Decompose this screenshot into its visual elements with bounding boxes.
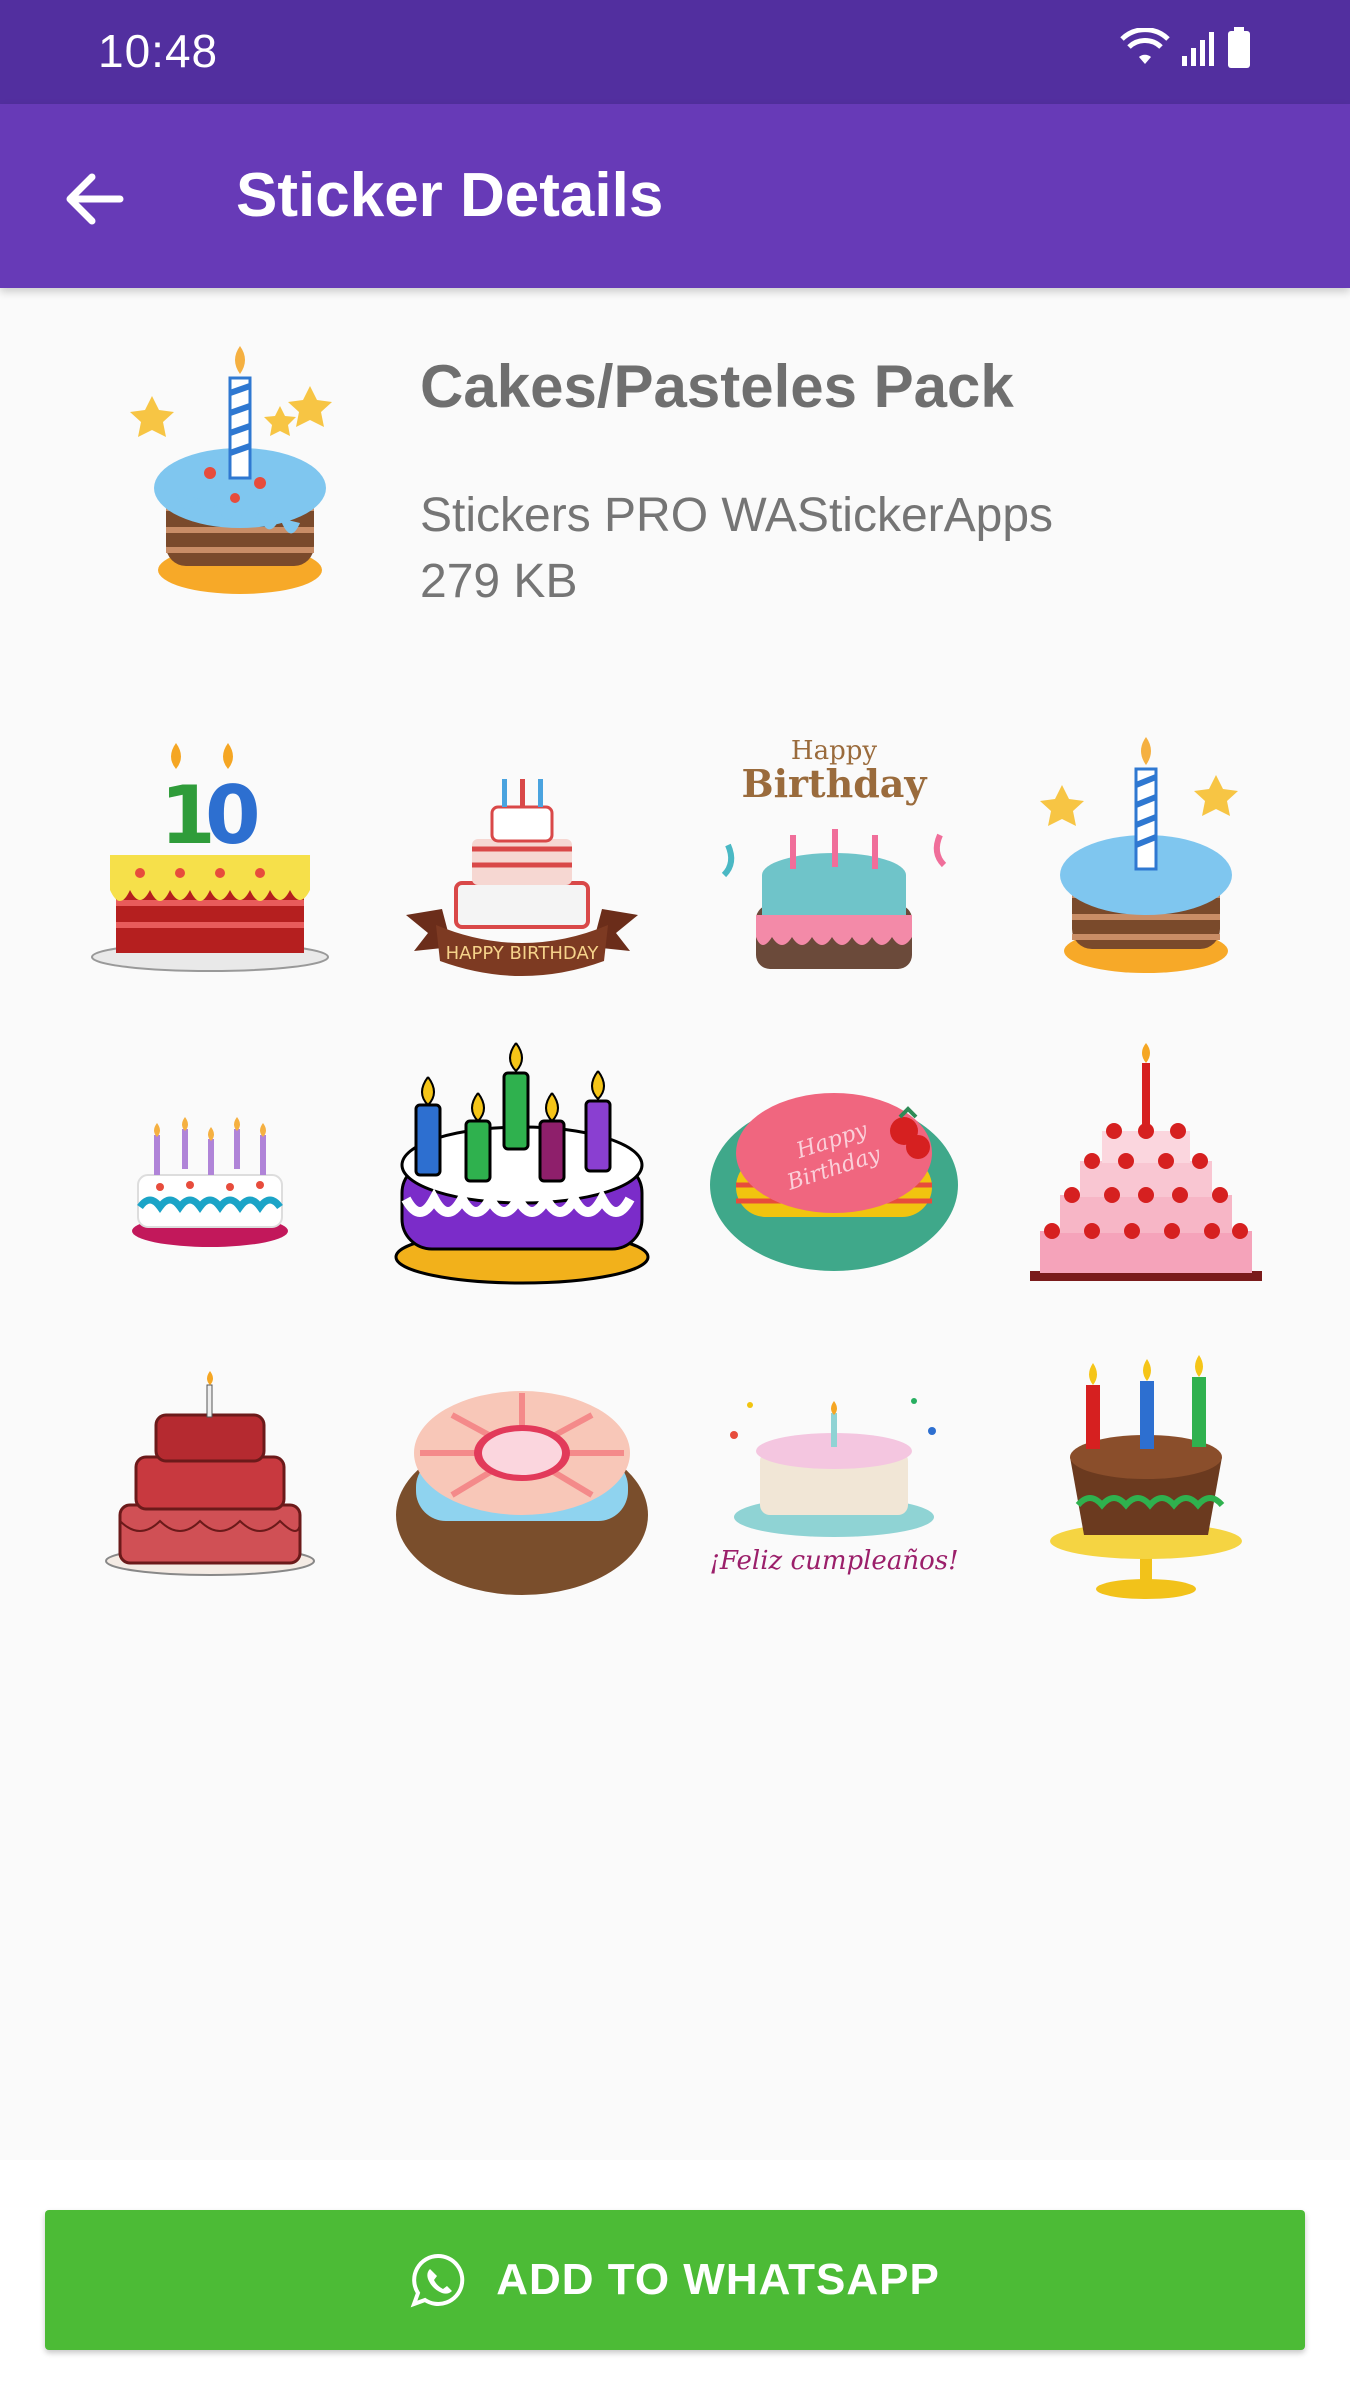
sticker-cake-happy-birthday-pink[interactable]: Happy Birthday (678, 700, 990, 1010)
app-bar: Sticker Details (0, 104, 1350, 288)
svg-text:Birthday: Birthday (741, 761, 927, 806)
wifi-icon (1120, 28, 1170, 64)
pack-publisher: Stickers PRO WAStickerApps (420, 489, 1054, 542)
sticker-cake-tiered-strawberries[interactable] (990, 1010, 1302, 1320)
pack-name: Cakes/Pasteles Pack (420, 353, 1014, 420)
status-icons (1120, 22, 1252, 74)
sticker-cake-small-candles[interactable] (54, 1010, 366, 1320)
sticker-cake-feliz-cumpleanos[interactable]: ¡Feliz cumpleaños! (678, 1320, 990, 1630)
signal-icon (1182, 32, 1214, 66)
sticker-cake-purple-candles[interactable] (366, 1010, 678, 1320)
pack-size: 279 KB (420, 555, 578, 608)
add-to-whatsapp-label: ADD TO WHATSAPP (496, 2255, 940, 2304)
svg-text:0: 0 (205, 769, 261, 862)
sticker-cake-blue-stars[interactable] (990, 700, 1302, 1010)
sticker-cake-10[interactable]: 1 0 (54, 700, 366, 1010)
pack-tray-icon (130, 346, 332, 594)
pack-header: Cakes/Pasteles Pack Stickers PRO WAStick… (0, 288, 1350, 668)
battery-icon (1228, 27, 1250, 68)
svg-text:HAPPY BIRTHDAY: HAPPY BIRTHDAY (446, 943, 600, 964)
sticker-cake-chocolate-stand[interactable] (990, 1320, 1302, 1630)
whatsapp-icon (410, 2253, 465, 2308)
bottom-bar: ADD TO WHATSAPP (0, 2160, 1350, 2400)
svg-text:¡Feliz cumpleaños!: ¡Feliz cumpleaños! (709, 1546, 958, 1576)
sticker-cake-happy-birthday-ribbon[interactable]: HAPPY BIRTHDAY (366, 700, 678, 1010)
sticker-cake-pink-strawberry[interactable]: Happy Birthday (678, 1010, 990, 1320)
status-bar: 10:48 (0, 0, 1350, 104)
status-time: 10:48 (98, 25, 219, 77)
sticker-cake-blue-swirl[interactable] (366, 1320, 678, 1630)
back-arrow-icon[interactable] (58, 164, 128, 234)
sticker-grid: 1 0 HAPPY BIRTHDAY Happy Birthday Happy … (0, 700, 1350, 1630)
sticker-cake-red-tiered[interactable] (54, 1320, 366, 1630)
add-to-whatsapp-button[interactable]: ADD TO WHATSAPP (45, 2210, 1305, 2350)
page-title: Sticker Details (236, 161, 664, 230)
